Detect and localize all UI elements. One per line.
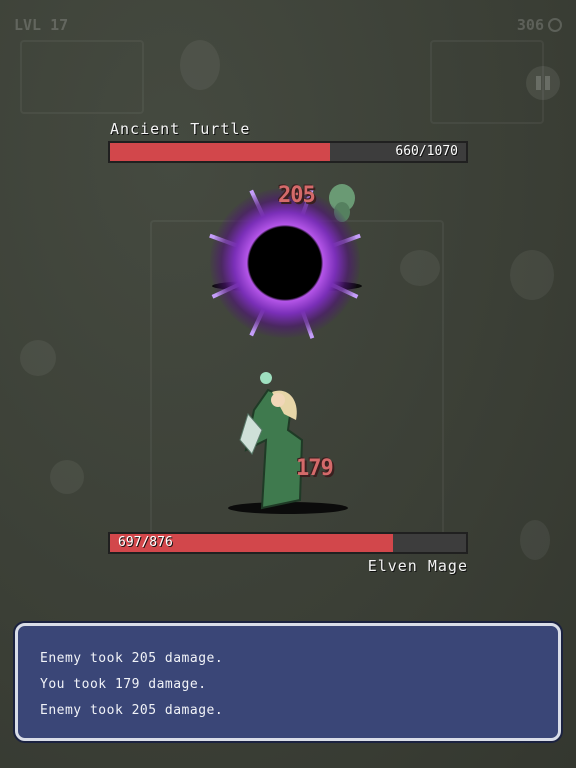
enemy-hp-bar: 660/1070 bbox=[108, 141, 468, 163]
map-area bbox=[20, 40, 144, 114]
player-hp-bar: 697/876 bbox=[108, 532, 468, 554]
map-creature bbox=[20, 340, 56, 376]
map-creature bbox=[520, 520, 550, 560]
log-line: You took 179 damage. bbox=[40, 677, 207, 692]
map-creature bbox=[510, 250, 554, 300]
player-name: Elven Mage bbox=[367, 557, 468, 575]
map-creature bbox=[400, 250, 440, 286]
coin-counter: 306 bbox=[517, 16, 562, 34]
enemy-hp-text: 660/1070 bbox=[395, 144, 458, 159]
log-line: Enemy took 205 damage. bbox=[40, 703, 224, 718]
log-line: Enemy took 205 damage. bbox=[40, 651, 224, 666]
player-damage-popup: 179 bbox=[296, 456, 334, 481]
enemy-name: Ancient Turtle bbox=[110, 120, 251, 138]
level-label: LVL 17 bbox=[14, 16, 69, 34]
coin-icon bbox=[548, 18, 562, 32]
elven-mage-sprite bbox=[239, 372, 304, 510]
pause-icon bbox=[545, 76, 550, 90]
top-hud: LVL 17 306 bbox=[14, 12, 562, 38]
map-creature bbox=[50, 460, 84, 494]
map-creature bbox=[180, 40, 220, 90]
coin-count: 306 bbox=[516, 16, 544, 34]
portal-core bbox=[210, 188, 360, 338]
enemy-hp-fill bbox=[110, 143, 330, 161]
pause-button[interactable] bbox=[526, 66, 560, 100]
battle-log: Enemy took 205 damage. You took 179 dama… bbox=[15, 623, 561, 741]
pause-icon bbox=[536, 76, 541, 90]
enemy-damage-popup: 205 bbox=[278, 183, 316, 208]
player-hp-text: 697/876 bbox=[118, 535, 173, 550]
